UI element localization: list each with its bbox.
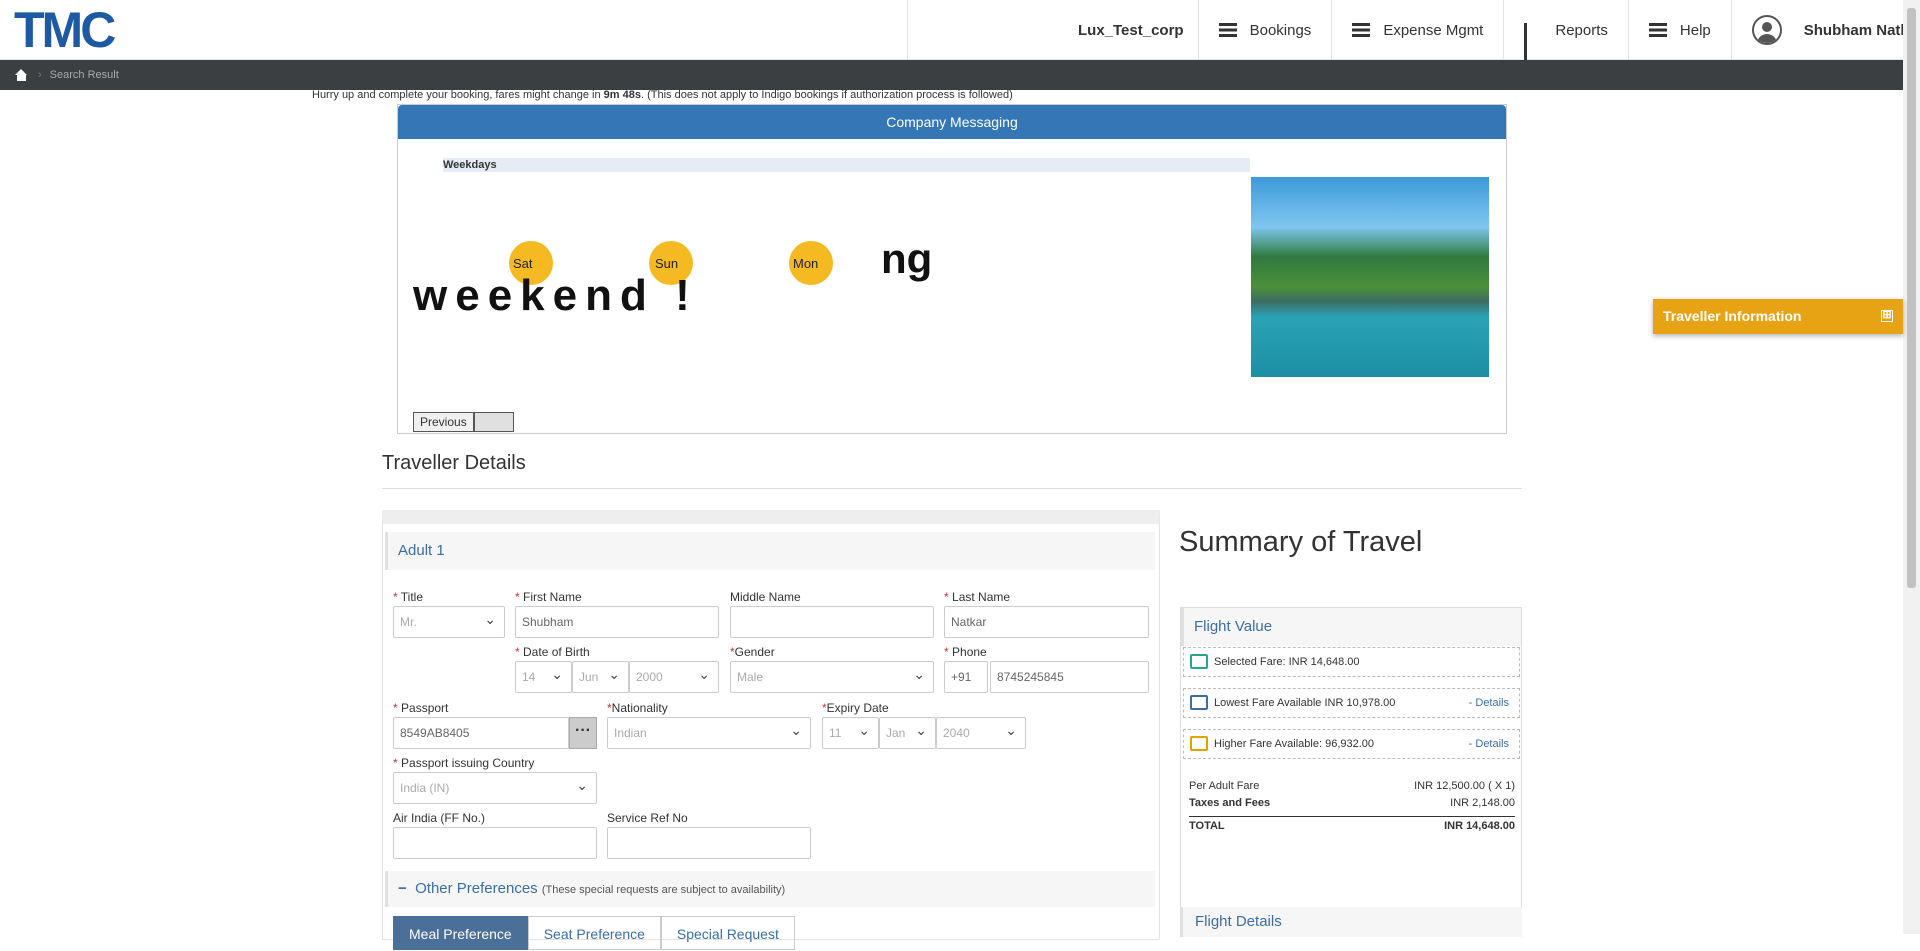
carousel-controls: Previous [413, 412, 514, 432]
bar-chart-icon [1524, 23, 1542, 61]
wallet-icon [1190, 736, 1208, 751]
title-label: * Title [393, 590, 424, 604]
previous-button[interactable]: Previous [413, 412, 474, 432]
weekend-banner-image: Sat Sun Mon ng weekend ! [413, 235, 932, 320]
preference-tabs: Meal Preference Seat Preference Special … [393, 916, 795, 950]
dob-day-select[interactable]: 14 [515, 659, 572, 693]
scrollbar-thumb[interactable] [1907, 8, 1916, 588]
fare-row: Taxes and Fees INR 2,148.00 [1189, 797, 1515, 809]
company-messaging-title: Company Messaging [398, 105, 1506, 139]
corp-name[interactable]: Lux_Test_corp [907, 0, 1198, 60]
expiry-date-label: *Expiry Date [822, 701, 889, 715]
ff-label: Air India (FF No.) [393, 811, 486, 825]
menu-icon [1648, 23, 1667, 37]
passport-input[interactable]: 8549AB8405 [393, 717, 569, 749]
expiry-day-select[interactable]: 11 [822, 715, 879, 749]
dob-year-select[interactable]: 2000 [629, 659, 719, 693]
vertical-scrollbar[interactable] [1903, 0, 1920, 934]
tab-meal-preference[interactable]: Meal Preference [393, 916, 528, 950]
flight-value-header: Flight Value [1181, 608, 1521, 646]
tab-special-request[interactable]: Special Request [660, 916, 795, 950]
summary-heading: Summary of Travel [1179, 526, 1423, 558]
company-messaging-panel: Company Messaging Weekdays Sat Sun Mon n… [397, 104, 1507, 434]
divider [382, 488, 1522, 489]
middle-name-label: Middle Name [730, 590, 801, 604]
countdown-time: 9m 48s [603, 89, 641, 101]
collapse-icon[interactable]: − [398, 880, 407, 897]
country-code-input[interactable]: +91 [944, 661, 988, 693]
breadcrumb: › Search Result [0, 60, 1903, 90]
last-name-label: * Last Name [944, 590, 1011, 604]
gender-label: *Gender [730, 645, 775, 659]
breadcrumb-current: Search Result [49, 69, 119, 81]
nav-reports[interactable]: Reports [1503, 0, 1628, 61]
other-preferences-toggle[interactable]: − Other Preferences (These special reque… [385, 871, 1155, 907]
flight-details-header[interactable]: Flight Details [1180, 907, 1522, 937]
sun-mon: Mon [789, 241, 833, 285]
nationality-select[interactable]: Indian [607, 715, 811, 749]
fare-row: Per Adult Fare INR 12,500.00 ( X 1) [1189, 780, 1515, 792]
banner-text-bottom: weekend ! [413, 271, 698, 320]
dob-month-select[interactable]: Jun [572, 659, 629, 693]
top-nav: Lux_Test_corp Bookings Expense Mgmt Repo… [907, 0, 1920, 61]
island-photo [1251, 177, 1489, 377]
messaging-subtitle: Weekdays [443, 158, 1250, 172]
nav-bookings[interactable]: Bookings [1197, 0, 1332, 60]
phone-input[interactable]: 8745245845 [990, 661, 1149, 693]
dob-label: * Date of Birth [515, 645, 590, 659]
nav-help[interactable]: Help [1627, 0, 1731, 60]
fare-total-row: TOTAL INR 14,648.00 [1189, 816, 1515, 833]
traveller-information-panel[interactable]: Traveller Information ⊞ [1653, 299, 1903, 334]
first-name-label: * First Name [515, 590, 582, 604]
traveller-form: Adult 1 * Title Mr. * First Name Shubham… [382, 510, 1160, 950]
next-button[interactable] [473, 412, 514, 432]
service-ref-input[interactable] [607, 827, 811, 859]
banner-text-top: ng [881, 235, 932, 282]
breadcrumb-separator-icon: › [38, 69, 42, 81]
user-avatar-icon [1751, 15, 1782, 45]
selected-fare-row: Selected Fare: INR 14,648.00 [1183, 647, 1520, 677]
passport-more-button[interactable]: ··· [569, 717, 597, 749]
passport-country-label: * Passport issuing Country [393, 756, 535, 770]
home-icon[interactable] [15, 69, 28, 81]
sun-label: Sun [655, 256, 678, 271]
traveller-details-heading: Traveller Details [382, 452, 526, 474]
wallet-icon [1190, 654, 1208, 669]
user-menu[interactable]: Shubham Natkar [1730, 0, 1920, 60]
gender-select[interactable]: Male [730, 659, 934, 693]
fare-breakdown: Per Adult Fare INR 12,500.00 ( X 1) Taxes… [1189, 778, 1515, 833]
passport-label: * Passport [393, 701, 449, 715]
nav-expense-mgmt[interactable]: Expense Mgmt [1331, 0, 1503, 60]
tab-seat-preference[interactable]: Seat Preference [527, 916, 661, 950]
adult-1-header: Adult 1 [385, 532, 1155, 570]
lowest-fare-details-link[interactable]: - Details [1469, 689, 1509, 717]
phone-label: * Phone [944, 645, 987, 659]
passport-country-select[interactable]: India (IN) [393, 770, 597, 804]
title-select[interactable]: Mr. [393, 604, 505, 638]
higher-fare-details-link[interactable]: - Details [1469, 730, 1509, 758]
nationality-label: *Nationality [607, 701, 668, 715]
flight-value-panel: Flight Value Selected Fare: INR 14,648.0… [1180, 607, 1522, 937]
top-header: TMC Lux_Test_corp Bookings Expense Mgmt … [0, 0, 1920, 61]
sun-label: Mon [793, 256, 818, 271]
ff-number-input[interactable] [393, 827, 597, 859]
expiry-month-select[interactable]: Jan [879, 715, 936, 749]
expiry-year-select[interactable]: 2040 [936, 715, 1026, 749]
higher-fare-row: Higher Fare Available: 96,932.00- Detail… [1183, 729, 1520, 759]
menu-icon [1218, 23, 1237, 37]
service-ref-label: Service Ref No [607, 811, 688, 825]
first-name-input[interactable]: Shubham [515, 606, 719, 638]
tmc-logo[interactable]: TMC [14, 4, 116, 56]
fare-timer-warning: Hurry up and complete your booking, fare… [312, 89, 1013, 101]
sun-label: Sat [513, 256, 533, 271]
wallet-icon [1190, 695, 1208, 710]
last-name-input[interactable]: Natkar [944, 606, 1149, 638]
middle-name-input[interactable] [730, 606, 934, 638]
menu-icon [1352, 23, 1371, 37]
expand-icon[interactable]: ⊞ [1881, 310, 1893, 322]
lowest-fare-row: Lowest Fare Available INR 10,978.00- Det… [1183, 688, 1520, 718]
